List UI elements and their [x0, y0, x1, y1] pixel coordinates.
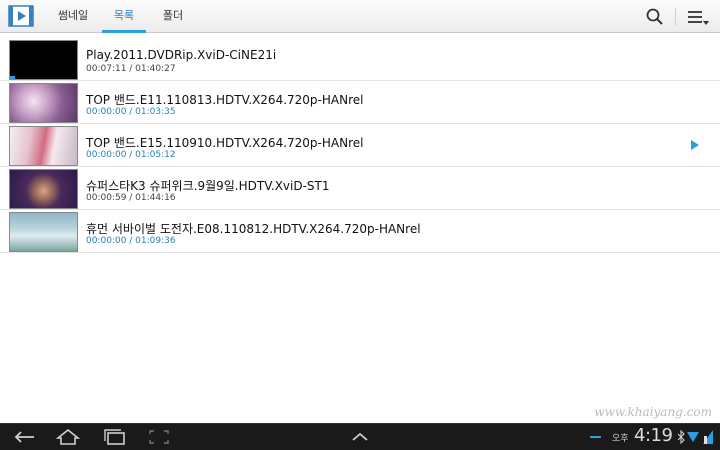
video-time: 00:00:00 / 01:03:35: [86, 107, 176, 117]
video-thumbnail: [9, 40, 78, 80]
recent-apps-icon[interactable]: [102, 428, 128, 446]
video-list: Play.2011.DVDRip.XviD-CiNE21i 00:07:11 /…: [0, 38, 720, 253]
list-menu-icon[interactable]: [686, 7, 710, 27]
video-title: Play.2011.DVDRip.XviD-CiNE21i: [86, 48, 277, 62]
video-title: 슈퍼스타K3 슈퍼위크.9월9일.HDTV.XviD-ST1: [86, 179, 330, 193]
search-icon[interactable]: [645, 7, 665, 27]
tab-folder[interactable]: 폴더: [150, 0, 196, 33]
video-item[interactable]: TOP 밴드.E15.110910.HDTV.X264.720p-HANrel …: [0, 124, 720, 167]
video-thumbnail: [9, 212, 78, 252]
video-title: TOP 밴드.E15.110910.HDTV.X264.720p-HANrel: [86, 136, 364, 150]
video-thumbnail: [9, 83, 78, 123]
action-bar: 썸네일 목록 폴더: [0, 0, 720, 33]
tab-list-label: 목록: [113, 9, 135, 22]
video-item[interactable]: TOP 밴드.E11.110813.HDTV.X264.720p-HANrel …: [0, 81, 720, 124]
video-time: 00:00:00 / 01:09:36: [86, 236, 176, 246]
back-icon[interactable]: [12, 428, 38, 446]
home-icon[interactable]: [55, 428, 81, 446]
clock-ampm: 오후: [612, 434, 629, 444]
wifi-icon: [687, 432, 699, 442]
video-thumbnail: [9, 126, 78, 166]
watermark: www.khaiyang.com: [594, 405, 712, 419]
video-time: 00:00:00 / 01:05:12: [86, 150, 176, 160]
battery-signal-icon: [703, 430, 713, 444]
active-tab-indicator: [102, 30, 146, 33]
video-thumbnail: [9, 169, 78, 209]
tab-thumbnail[interactable]: 썸네일: [48, 0, 98, 33]
system-navigation-bar: 오후 4:19: [0, 423, 720, 450]
bluetooth-icon: [677, 430, 685, 444]
video-time: 00:00:59 / 01:44:16: [86, 193, 176, 203]
watch-progress-bar: [10, 76, 15, 79]
video-item[interactable]: 슈퍼스타K3 슈퍼위크.9월9일.HDTV.XviD-ST1 00:00:59 …: [0, 167, 720, 210]
video-item[interactable]: Play.2011.DVDRip.XviD-CiNE21i 00:07:11 /…: [0, 38, 720, 81]
toolbar-divider: [675, 8, 676, 26]
chevron-up-icon[interactable]: [347, 428, 373, 446]
clock-time[interactable]: 4:19: [634, 425, 673, 446]
video-title: 휴먼 서바이벌 도전자.E08.110812.HDTV.X264.720p-HA…: [86, 222, 421, 236]
tab-thumbnail-label: 썸네일: [57, 9, 89, 22]
video-item[interactable]: 휴먼 서바이벌 도전자.E08.110812.HDTV.X264.720p-HA…: [0, 210, 720, 253]
tab-list[interactable]: 목록: [102, 0, 146, 33]
screenshot-icon[interactable]: [146, 428, 172, 446]
tab-folder-label: 폴더: [162, 9, 184, 22]
notification-indicator: [590, 436, 601, 438]
video-player-app-icon[interactable]: [8, 5, 34, 27]
now-playing-icon: [691, 140, 699, 150]
video-title: TOP 밴드.E11.110813.HDTV.X264.720p-HANrel: [86, 93, 364, 107]
video-time: 00:07:11 / 01:40:27: [86, 64, 176, 74]
